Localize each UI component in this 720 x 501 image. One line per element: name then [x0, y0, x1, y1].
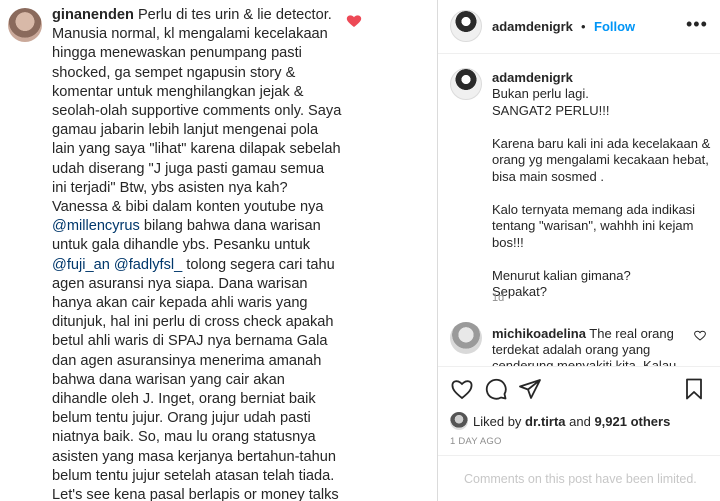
more-options-icon[interactable]: •••	[686, 14, 708, 35]
comment-avatar[interactable]	[450, 322, 482, 354]
commenter-avatar[interactable]	[8, 8, 42, 42]
comment-like-icon[interactable]	[694, 330, 706, 341]
liked-by-prefix: Liked by	[473, 414, 526, 429]
save-icon[interactable]	[682, 377, 706, 401]
caption-text: Bukan perlu lagi. SANGAT2 PERLU!!! Karen…	[492, 86, 711, 299]
mention-millencyrus[interactable]: @millencyrus	[52, 218, 140, 234]
comments-footer: Comments on this post have been limited.	[438, 455, 720, 501]
commenter-username[interactable]: ginanenden	[52, 7, 134, 23]
mention-fuji-an[interactable]: @fuji_an	[52, 257, 110, 273]
likes-text: Liked by dr.tirta and 9,921 others	[473, 414, 670, 429]
separator-dot: •	[581, 19, 586, 34]
action-bar	[438, 366, 720, 410]
share-icon[interactable]	[518, 377, 542, 401]
author-username[interactable]: adamdenigrk	[492, 19, 573, 34]
liked-by-and: and	[565, 414, 595, 429]
comment-zoom-panel: ginanenden Perlu di tes urin & lie detec…	[0, 0, 438, 501]
author-avatar[interactable]	[450, 10, 482, 42]
comment-text-part1: Perlu di tes urin & lie detector. Manusi…	[52, 7, 342, 216]
post-sidebar: adamdenigrk • Follow ••• adamdenigrk Buk…	[438, 0, 720, 501]
liked-by-count[interactable]: 9,921 others	[594, 414, 670, 429]
follow-button[interactable]: Follow	[594, 19, 635, 34]
caption-author-avatar[interactable]	[450, 68, 482, 100]
comment-content: michikoadelina The real orang terdekat a…	[492, 326, 702, 366]
liker-avatar[interactable]	[450, 412, 468, 430]
liked-by-user[interactable]: dr.tirta	[525, 414, 565, 429]
post-header: adamdenigrk • Follow •••	[438, 0, 720, 54]
comments-limited-notice: Comments on this post have been limited.	[464, 472, 697, 486]
like-icon[interactable]	[450, 377, 474, 401]
caption-username[interactable]: adamdenigrk	[492, 70, 573, 85]
post-timestamp[interactable]: 1 DAY AGO	[450, 436, 502, 447]
comment-body: ginanenden Perlu di tes urin & lie detec…	[52, 6, 342, 501]
comment-heart-icon[interactable]	[346, 14, 362, 28]
comment-icon[interactable]	[484, 377, 508, 401]
comment-text-part3: tolong segera cari tahu agen asuransi ny…	[52, 256, 339, 501]
mention-fadlyfsl[interactable]: @fadlyfsl_	[114, 257, 182, 273]
caption-timestamp[interactable]: 1d	[492, 292, 504, 304]
comment-username[interactable]: michikoadelina	[492, 326, 586, 341]
